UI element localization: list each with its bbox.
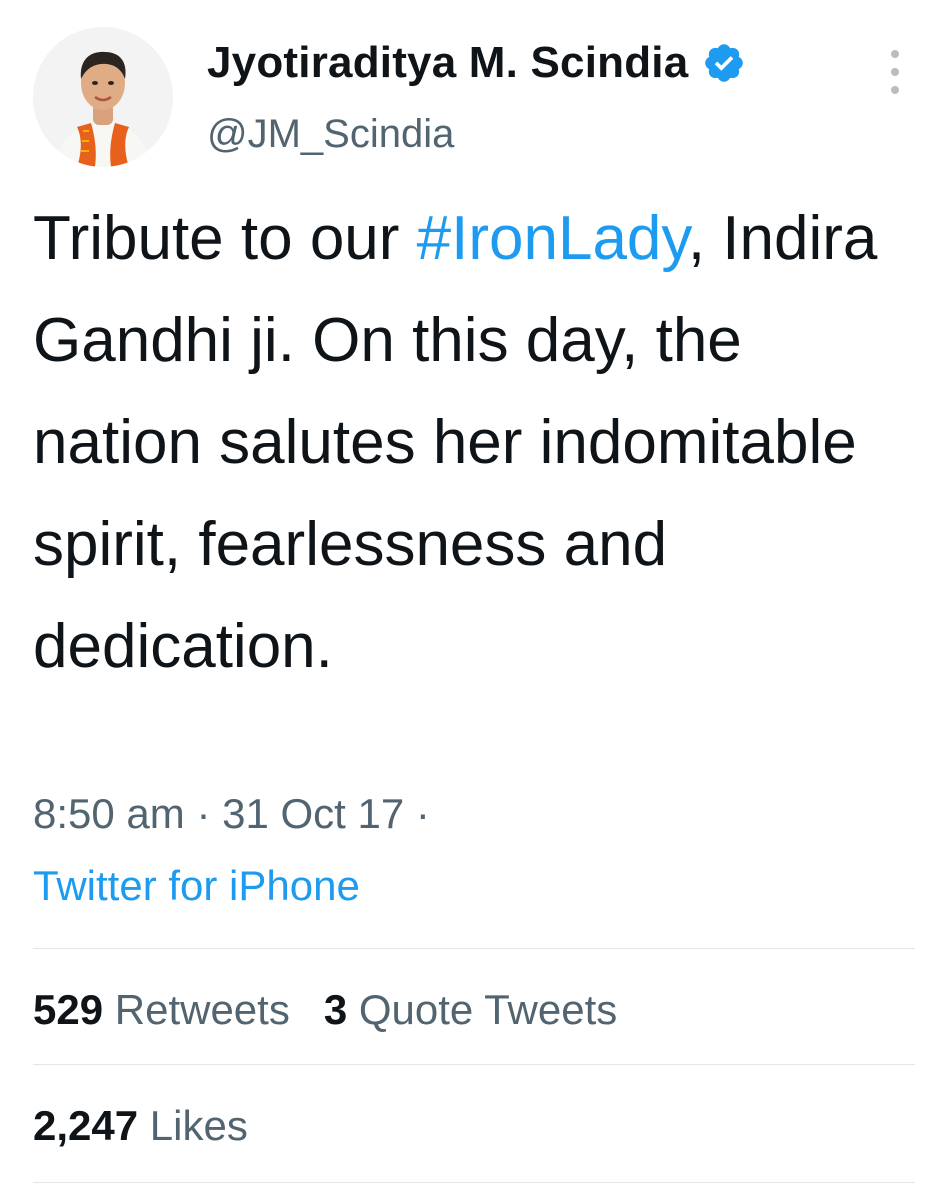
retweets-stat[interactable]: 529 Retweets [33, 986, 290, 1033]
quote-tweets-count: 3 [323, 986, 348, 1033]
more-options-icon[interactable] [884, 50, 906, 94]
verified-badge-icon [705, 44, 744, 82]
more-dot [891, 86, 899, 94]
author-display-name[interactable]: Jyotiraditya M. Scindia [207, 38, 688, 88]
hashtag-link[interactable]: #IronLady [417, 204, 688, 273]
meta-separator: · [196, 790, 211, 837]
tweet-text-before: Tribute to our [33, 204, 417, 273]
tweet-source-link[interactable]: Twitter for iPhone [33, 862, 360, 910]
meta-separator: · [415, 790, 430, 837]
more-dot [891, 50, 899, 58]
likes-row: 2,247 Likes [33, 1102, 248, 1150]
avatar-photo [33, 27, 173, 167]
divider [33, 948, 915, 949]
tweet-text: Tribute to our #IronLady, Indira Gandhi … [33, 188, 923, 698]
avatar[interactable] [33, 27, 173, 167]
likes-count: 2,247 [33, 1102, 139, 1149]
author-handle[interactable]: @JM_Scindia [207, 112, 454, 157]
quote-tweets-label: Quote Tweets [358, 986, 618, 1033]
likes-stat[interactable]: 2,247 Likes [33, 1102, 248, 1149]
author-name-row[interactable]: Jyotiraditya M. Scindia [207, 38, 746, 88]
tweet-time: 8:50 am [33, 790, 185, 837]
retweets-count: 529 [33, 986, 104, 1033]
tweet-date: 31 Oct 17 [222, 790, 405, 837]
more-dot [891, 68, 899, 76]
divider [33, 1182, 915, 1183]
tweet-timestamp[interactable]: 8:50 am · 31 Oct 17 · [33, 790, 430, 838]
divider [33, 1064, 915, 1065]
likes-label: Likes [149, 1102, 248, 1149]
tweet-text-after: , Indira Gandhi ji. On this day, the nat… [33, 204, 878, 681]
retweets-label: Retweets [114, 986, 290, 1033]
quote-tweets-stat[interactable]: 3 Quote Tweets [324, 986, 617, 1033]
engagement-row: 529 Retweets 3 Quote Tweets [33, 986, 617, 1034]
